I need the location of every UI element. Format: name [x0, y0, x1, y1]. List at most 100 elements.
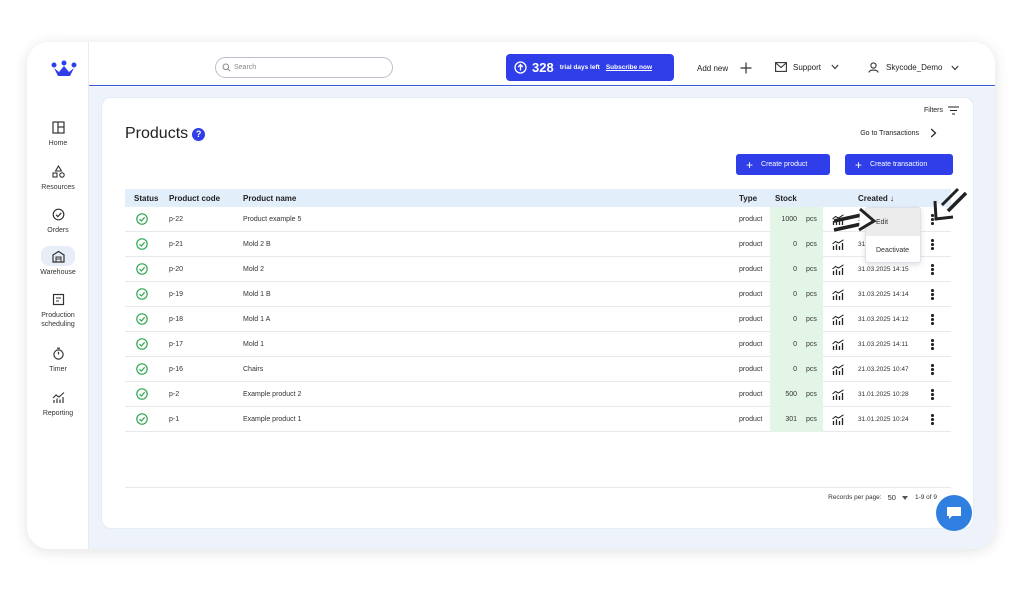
table-row[interactable]: p-18 Mold 1 A product 0 pcs 31.03.2025 1…: [125, 307, 951, 332]
check-circle-icon: [136, 338, 148, 350]
more-actions-icon[interactable]: [931, 314, 934, 326]
cell-stock-value: 0: [793, 291, 797, 298]
check-circle-icon: [136, 363, 148, 375]
cell-stock-value: 500: [785, 391, 797, 398]
more-actions-icon[interactable]: [931, 289, 934, 301]
filters-button[interactable]: Filters: [924, 106, 959, 115]
header-status[interactable]: Status: [134, 194, 158, 203]
chevron-down-icon: [951, 65, 960, 70]
sidebar-item-label: Production scheduling: [41, 312, 75, 328]
plus-icon: +: [855, 157, 863, 172]
search-input[interactable]: Search: [215, 57, 393, 78]
cell-product-name[interactable]: Product example 5: [243, 216, 301, 223]
more-actions-icon[interactable]: [931, 364, 934, 376]
cell-product-name[interactable]: Mold 1: [243, 341, 264, 348]
cell-created: 31.03.2025 14:12: [858, 316, 909, 323]
cell-created: 31.03.2025 14:15: [858, 266, 909, 273]
page-title: Products ?: [125, 125, 206, 143]
cell-product-name[interactable]: Mold 2: [243, 266, 264, 273]
shapes-icon: [51, 164, 65, 178]
table-row[interactable]: p-21 Mold 2 B product 0 pcs 31.03.2025 1…: [125, 232, 951, 257]
table-row[interactable]: p-17 Mold 1 product 0 pcs 31.03.2025 14:…: [125, 332, 951, 357]
create-transaction-button[interactable]: + Create transaction: [845, 154, 953, 175]
table-row[interactable]: p-22 Product example 5 product 1000 pcs …: [125, 207, 951, 232]
cell-product-name[interactable]: Mold 2 B: [243, 241, 271, 248]
cell-created: 31.01.2025 10:28: [858, 391, 909, 398]
cell-stock-value: 1000: [781, 216, 797, 223]
add-new-button[interactable]: Add new: [697, 62, 752, 74]
sidebar-item-warehouse[interactable]: Warehouse: [33, 246, 83, 277]
schedule-icon: [52, 293, 64, 305]
cell-stock-value: 0: [793, 366, 797, 373]
cell-type: product: [739, 241, 763, 248]
header-product-name[interactable]: Product name: [243, 194, 296, 203]
cell-stock-unit: pcs: [806, 241, 817, 248]
sidebar-item-orders[interactable]: Orders: [33, 204, 83, 235]
create-transaction-label: Create transaction: [870, 161, 928, 168]
chat-button[interactable]: [936, 495, 972, 531]
user-icon: [868, 62, 879, 73]
sidebar: Home Resources Orders Warehouse Producti…: [27, 42, 89, 549]
table-row[interactable]: p-2 Example product 2 product 500 pcs 31…: [125, 382, 951, 407]
per-page-select[interactable]: 50: [888, 493, 896, 502]
cell-stock-unit: pcs: [806, 391, 817, 398]
cell-created: 21.03.2025 10:47: [858, 366, 909, 373]
arrow-up-circle-icon: [514, 61, 527, 74]
help-icon[interactable]: ?: [192, 127, 206, 141]
cell-product-code: p-18: [169, 316, 184, 323]
cell-product-name[interactable]: Example product 1: [243, 416, 301, 423]
user-menu[interactable]: Skycode_Demo: [868, 62, 960, 73]
search-placeholder: Search: [234, 64, 257, 71]
header-type[interactable]: Type: [739, 194, 757, 203]
chevron-right-icon: [930, 128, 937, 138]
chart-icon[interactable]: [832, 264, 844, 275]
more-actions-icon[interactable]: [931, 339, 934, 351]
products-table: Status Product code Product name Type St…: [125, 189, 951, 432]
check-circle-icon: [136, 238, 148, 250]
caret-down-icon[interactable]: [901, 495, 908, 500]
crown-logo-icon[interactable]: [51, 60, 77, 80]
chart-icon[interactable]: [832, 389, 844, 400]
sidebar-item-timer[interactable]: Timer: [33, 343, 83, 374]
table-row[interactable]: p-16 Chairs product 0 pcs 21.03.2025 10:…: [125, 357, 951, 382]
cell-stock-unit: pcs: [806, 341, 817, 348]
support-menu[interactable]: Support: [775, 62, 839, 72]
create-product-button[interactable]: + Create product: [736, 154, 830, 175]
add-new-label: Add new: [697, 63, 729, 73]
pagination: Records per page: 50 1-9 of 9: [828, 493, 937, 502]
chart-icon[interactable]: [832, 289, 844, 300]
header-product-code[interactable]: Product code: [169, 194, 220, 203]
chart-icon[interactable]: [832, 364, 844, 375]
cell-product-code: p-19: [169, 291, 184, 298]
header-stock[interactable]: Stock: [775, 194, 797, 203]
sidebar-item-reporting[interactable]: Reporting: [33, 387, 83, 418]
check-circle-icon: [136, 288, 148, 300]
sidebar-item-home[interactable]: Home: [33, 117, 83, 148]
more-actions-icon[interactable]: [931, 389, 934, 401]
sidebar-item-label: Reporting: [42, 410, 74, 417]
cell-product-name[interactable]: Chairs: [243, 366, 263, 373]
chart-icon[interactable]: [832, 314, 844, 325]
sidebar-item-resources[interactable]: Resources: [33, 161, 83, 192]
cell-product-name[interactable]: Mold 1 B: [243, 291, 271, 298]
menu-item-deactivate-label: Deactivate: [876, 246, 910, 254]
cell-type: product: [739, 266, 763, 273]
annotation-arrows: [833, 187, 968, 232]
cell-product-code: p-1: [169, 416, 180, 423]
subscribe-link[interactable]: Subscribe now: [606, 64, 652, 71]
cell-stock-unit: pcs: [806, 266, 817, 273]
more-actions-icon[interactable]: [931, 414, 934, 426]
cell-stock-value: 0: [793, 341, 797, 348]
cell-stock-value: 0: [793, 241, 797, 248]
table-row[interactable]: p-19 Mold 1 B product 0 pcs 31.03.2025 1…: [125, 282, 951, 307]
cell-product-name[interactable]: Example product 2: [243, 391, 301, 398]
table-row[interactable]: p-1 Example product 1 product 301 pcs 31…: [125, 407, 951, 432]
sidebar-item-production-scheduling[interactable]: Production scheduling: [33, 289, 83, 329]
more-actions-icon[interactable]: [931, 264, 934, 276]
cell-product-name[interactable]: Mold 1 A: [243, 316, 270, 323]
table-row[interactable]: p-20 Mold 2 product 0 pcs 31.03.2025 14:…: [125, 257, 951, 282]
chart-icon[interactable]: [832, 339, 844, 350]
user-label: Skycode_Demo: [886, 63, 943, 72]
chart-icon[interactable]: [832, 414, 844, 425]
sidebar-item-label: Home: [48, 140, 68, 147]
